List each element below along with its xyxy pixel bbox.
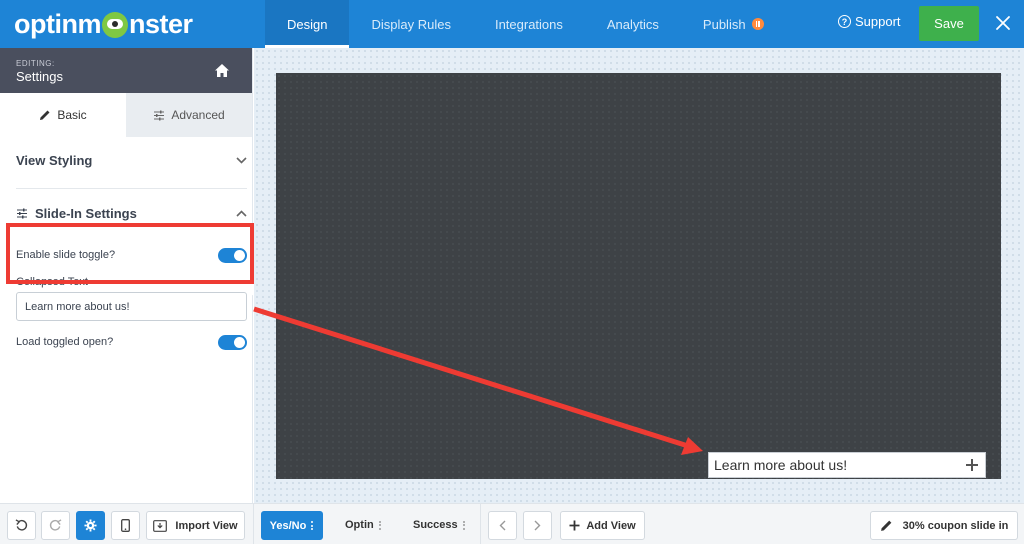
- chevron-down-icon: [236, 157, 247, 164]
- view-tab-success[interactable]: Success: [413, 519, 466, 531]
- collapsed-text-input[interactable]: Learn more about us!: [16, 292, 247, 321]
- view-success-label: Success: [413, 519, 458, 531]
- tab-advanced-label: Advanced: [171, 108, 225, 122]
- view-optin-label: Optin: [345, 519, 374, 531]
- slidein-settings-label: Slide-In Settings: [35, 206, 137, 221]
- top-bar: optinm nster Design Display Rules Integra…: [0, 0, 1024, 48]
- tab-advanced[interactable]: Advanced: [126, 93, 252, 137]
- monster-icon: [101, 12, 128, 38]
- settings-button[interactable]: [76, 511, 105, 540]
- view-yes-no-label: Yes/No: [269, 519, 307, 532]
- chevron-right-icon: [534, 520, 541, 531]
- tab-basic-label: Basic: [57, 108, 87, 122]
- pencil-icon: [40, 110, 50, 120]
- chevron-left-icon: [499, 520, 506, 531]
- campaign-name-button[interactable]: 30% coupon slide in: [870, 511, 1018, 540]
- import-icon: [153, 519, 168, 532]
- plus-icon[interactable]: [965, 458, 979, 472]
- slidein-settings-section[interactable]: Slide-In Settings: [16, 206, 247, 221]
- toolbar-separator: [480, 504, 481, 544]
- settings-tabs: Basic Advanced: [0, 93, 252, 137]
- undo-button[interactable]: [7, 511, 36, 540]
- import-view-label: Import View: [175, 519, 238, 532]
- slide-in-collapsed-tab[interactable]: Learn more about us!: [708, 452, 986, 478]
- editing-header: EDITING: Settings: [0, 48, 252, 93]
- mobile-preview-button[interactable]: [111, 511, 140, 540]
- bottom-toolbar: Import View Yes/No Optin Success Add Vie…: [0, 503, 1024, 544]
- save-button[interactable]: Save: [919, 6, 979, 41]
- home-icon[interactable]: [214, 63, 230, 78]
- annotation-highlight-box: [6, 223, 254, 284]
- pencil-icon: [880, 520, 891, 531]
- chevron-up-icon: [236, 210, 247, 217]
- sliders-icon: [17, 208, 27, 219]
- slide-tab-text: Learn more about us!: [714, 457, 848, 473]
- next-view-button[interactable]: [523, 511, 552, 540]
- add-view-button[interactable]: Add View: [560, 511, 645, 540]
- plus-icon: [569, 520, 580, 531]
- toolbar-separator: [253, 504, 254, 544]
- support-link[interactable]: ? Support: [838, 14, 901, 29]
- previous-view-button[interactable]: [488, 511, 517, 540]
- view-menu-icon[interactable]: [378, 519, 382, 531]
- import-view-button[interactable]: Import View: [146, 511, 245, 540]
- view-tab-yes-no[interactable]: Yes/No: [261, 511, 323, 540]
- add-view-label: Add View: [586, 519, 636, 532]
- close-icon[interactable]: [994, 14, 1012, 32]
- mobile-icon: [121, 519, 130, 532]
- sliders-icon: [154, 110, 165, 120]
- undo-icon: [15, 519, 28, 531]
- logo-text-right: nster: [128, 8, 193, 39]
- section-divider: [16, 188, 247, 189]
- slidein-settings-title: Slide-In Settings: [16, 206, 137, 221]
- view-tab-optin[interactable]: Optin: [345, 519, 382, 531]
- load-toggled-open-toggle[interactable]: [218, 335, 247, 350]
- view-styling-label: View Styling: [16, 153, 93, 168]
- nav-display-rules[interactable]: Display Rules: [349, 0, 472, 48]
- gear-icon: [84, 519, 97, 532]
- nav-design[interactable]: Design: [265, 0, 350, 48]
- support-label: Support: [855, 14, 901, 29]
- campaign-preview: [276, 73, 1001, 479]
- tab-basic[interactable]: Basic: [0, 93, 126, 137]
- redo-button[interactable]: [41, 511, 70, 540]
- nav-publish[interactable]: Publish: [681, 0, 786, 48]
- main-nav: Design Display Rules Integrations Analyt…: [265, 0, 786, 48]
- help-circle-icon: ?: [838, 15, 851, 28]
- pause-status-icon: [751, 18, 764, 30]
- load-open-label: Load toggled open?: [16, 336, 114, 348]
- nav-analytics[interactable]: Analytics: [585, 0, 681, 48]
- logo-text-left: optinm: [14, 8, 101, 39]
- view-menu-icon[interactable]: [311, 520, 314, 532]
- campaign-name-label: 30% coupon slide in: [902, 519, 1009, 532]
- nav-integrations[interactable]: Integrations: [473, 0, 585, 48]
- nav-publish-label: Publish: [702, 16, 746, 32]
- view-menu-icon[interactable]: [462, 519, 466, 531]
- optinmonster-logo[interactable]: optinm nster: [14, 8, 193, 40]
- view-styling-section[interactable]: View Styling: [16, 153, 247, 168]
- redo-icon: [49, 519, 62, 531]
